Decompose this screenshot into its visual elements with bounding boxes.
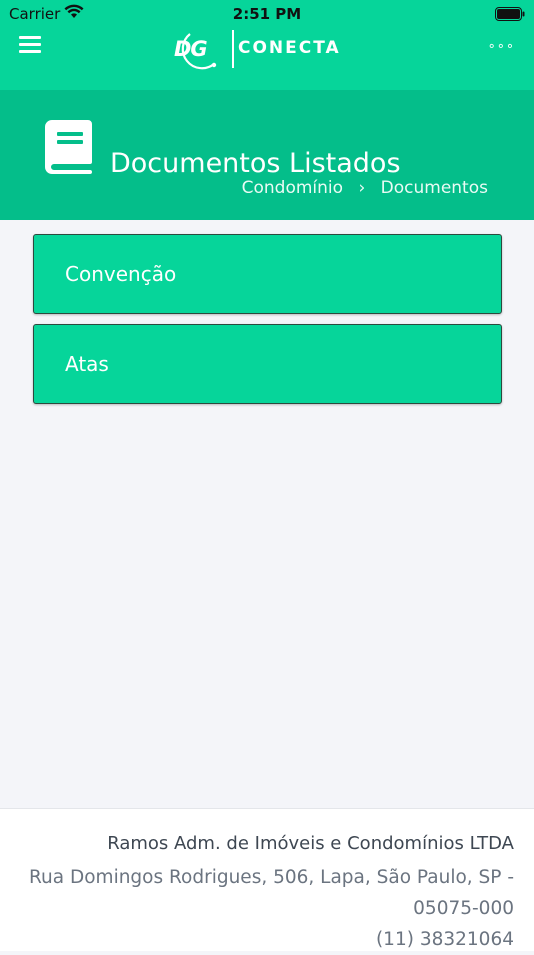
clock-label: 2:51 PM	[232, 5, 302, 23]
logo-mark: DG	[168, 28, 230, 74]
chevron-right-icon: ›	[358, 178, 366, 198]
document-item-label: Atas	[65, 352, 109, 376]
more-horizontal-icon[interactable]: ∘∘∘	[488, 39, 515, 54]
footer-address: Rua Domingos Rodrigues, 506, Lapa, São P…	[29, 867, 514, 919]
page-title: Documentos Listados	[110, 148, 401, 180]
footer: Ramos Adm. de Imóveis e Condomínios LTDA…	[0, 808, 534, 951]
breadcrumb-item-condominio[interactable]: Condomínio	[242, 178, 343, 198]
document-item-atas[interactable]: Atas	[33, 324, 502, 404]
app-header: DG CONECTA ∘∘∘	[0, 28, 534, 90]
document-item-convencao[interactable]: Convenção	[33, 234, 502, 314]
logo-text: CONECTA	[238, 38, 341, 58]
book-icon	[44, 118, 94, 174]
document-list: Convenção Atas	[33, 234, 502, 414]
breadcrumb: Condomínio › Documentos	[242, 178, 488, 198]
document-item-label: Convenção	[65, 262, 177, 286]
status-bar: Carrier 2:51 PM	[0, 0, 534, 28]
breadcrumb-item-documentos: Documentos	[380, 178, 488, 198]
page-header: Documentos Listados Condomínio › Documen…	[0, 90, 534, 220]
footer-company-name: Ramos Adm. de Imóveis e Condomínios LTDA	[107, 833, 514, 854]
app-logo: DG CONECTA	[168, 28, 368, 74]
footer-phone[interactable]: (11) 38321064	[24, 924, 514, 955]
logo-divider	[232, 30, 234, 68]
battery-icon	[495, 6, 525, 25]
hamburger-icon[interactable]	[19, 36, 41, 54]
